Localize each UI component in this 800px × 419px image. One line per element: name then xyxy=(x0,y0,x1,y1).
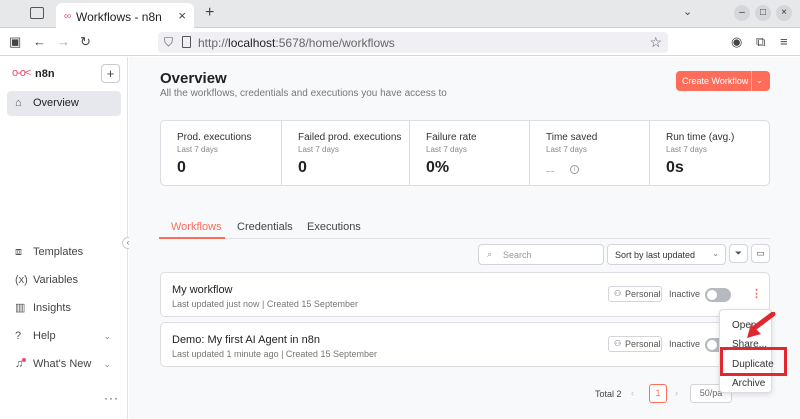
chevron-right-icon[interactable]: › xyxy=(675,388,678,398)
bell-icon: ♫ xyxy=(15,358,24,370)
create-workflow-label: Create Workflow xyxy=(682,76,749,86)
chevron-down-icon: ⌄ xyxy=(103,359,111,369)
insights-icon: ▥ xyxy=(15,302,26,314)
notification-dot xyxy=(22,358,26,362)
page-title: Overview xyxy=(160,70,227,87)
sidebar-item-whats-new[interactable]: ♫ What's New ⌄ xyxy=(7,352,121,377)
tab-credentials[interactable]: Credentials xyxy=(237,221,293,233)
minimize-icon[interactable]: – xyxy=(734,5,750,21)
sort-select[interactable]: Sort by last updated ⌄ xyxy=(607,244,726,265)
maximize-icon[interactable]: □ xyxy=(755,5,771,21)
sidebar-item-label: Help xyxy=(33,330,56,342)
info-icon[interactable]: i xyxy=(570,165,579,174)
menu-icon[interactable]: ≡ xyxy=(780,34,788,49)
sidebar-item-label: Insights xyxy=(33,302,71,314)
status-label: Inactive xyxy=(669,339,701,349)
extensions-icon[interactable]: ⧉ xyxy=(756,34,765,50)
menu-item-archive[interactable]: Archive xyxy=(732,378,765,389)
tab-list-chevron-icon[interactable]: ⌄ xyxy=(683,5,692,18)
status-label: Inactive xyxy=(669,289,701,299)
sidebar-item-label: Overview xyxy=(33,97,79,109)
main-content: Overview All the workflows, credentials … xyxy=(129,57,800,419)
bookmark-star-icon[interactable]: ☆ xyxy=(649,34,662,51)
url-text: http://localhost:5678/home/workflows xyxy=(198,36,395,50)
browser-nav-bar: ▣ ← → ↻ ⛉ http://localhost:5678/home/wor… xyxy=(0,28,800,56)
sidebar: o-o< n8n + ⌂ Overview ⧈ Templates (x) Va… xyxy=(0,57,128,419)
tab-overview-icon[interactable] xyxy=(30,7,44,19)
page-button[interactable]: 1 xyxy=(649,384,667,403)
active-tab-indicator xyxy=(159,237,225,239)
add-button[interactable]: + xyxy=(101,64,120,83)
sidebar-item-insights[interactable]: ▥ Insights xyxy=(7,296,121,321)
owner-badge: ⚇ Personal xyxy=(608,336,662,352)
stat-run-time[interactable]: Run time (avg.) Last 7 days 0s xyxy=(650,121,770,185)
brand-name: n8n xyxy=(35,68,55,80)
sidebar-item-variables[interactable]: (x) Variables xyxy=(7,268,121,293)
sidebar-toggle-icon[interactable]: ▣ xyxy=(9,34,21,50)
forward-icon[interactable]: → xyxy=(57,34,70,49)
sidebar-item-overview[interactable]: ⌂ Overview xyxy=(7,91,121,116)
sidebar-item-label: What's New xyxy=(33,358,92,370)
stat-time-saved[interactable]: Time saved Last 7 days -- i xyxy=(530,121,650,185)
n8n-logo-icon: o-o< xyxy=(12,67,31,79)
stat-failed-executions[interactable]: Failed prod. executions Last 7 days 0 xyxy=(282,121,410,185)
search-icon: ⌕ xyxy=(487,249,493,259)
user-icon: ⚇ xyxy=(614,339,622,348)
new-folder-button[interactable]: ▭ xyxy=(751,244,770,263)
workflow-card[interactable]: My workflow Last updated just now | Crea… xyxy=(160,272,770,317)
chevron-down-icon: ⌄ xyxy=(103,331,111,341)
stat-prod-executions[interactable]: Prod. executions Last 7 days 0 xyxy=(161,121,282,185)
browser-tab[interactable]: ∞ Workflows - n8n × xyxy=(56,3,194,28)
duplicate-highlight-box xyxy=(720,347,787,376)
chevron-down-icon: ⌄ xyxy=(712,249,719,258)
folder-icon: ▭ xyxy=(756,248,765,258)
more-vertical-icon[interactable]: ⋮ xyxy=(751,287,762,300)
red-arrow-annotation xyxy=(747,312,776,338)
close-tab-icon[interactable]: × xyxy=(178,8,186,23)
more-options-icon[interactable]: ··· xyxy=(104,391,119,405)
browser-tab-bar: ∞ Workflows - n8n × + ⌄ – □ × xyxy=(0,0,800,28)
shield-icon: ⛉ xyxy=(164,35,174,49)
account-icon[interactable]: ◉ xyxy=(731,34,742,50)
insights-summary: Prod. executions Last 7 days 0 Failed pr… xyxy=(160,120,770,186)
filter-icon: ⏷ xyxy=(734,248,743,258)
n8n-app: o-o< n8n + ⌂ Overview ⧈ Templates (x) Va… xyxy=(0,57,800,419)
n8n-favicon-icon: ∞ xyxy=(64,11,72,22)
back-icon[interactable]: ← xyxy=(33,34,46,49)
page-icon xyxy=(182,36,191,48)
variables-icon: (x) xyxy=(15,274,28,286)
home-icon: ⌂ xyxy=(15,97,22,109)
sidebar-item-label: Templates xyxy=(33,246,84,258)
search-input[interactable]: ⌕ Search xyxy=(478,244,604,265)
owner-badge: ⚇ Personal xyxy=(608,286,662,302)
active-toggle[interactable] xyxy=(705,288,731,302)
workflow-meta: Last updated 1 minute ago | Created 15 S… xyxy=(172,349,377,359)
close-window-icon[interactable]: × xyxy=(776,5,792,21)
sidebar-item-label: Variables xyxy=(33,274,79,286)
help-icon: ? xyxy=(15,330,22,342)
user-icon: ⚇ xyxy=(614,289,622,298)
workflow-name[interactable]: Demo: My first AI Agent in n8n xyxy=(172,334,320,346)
tab-executions[interactable]: Executions xyxy=(307,221,361,233)
create-workflow-button[interactable]: Create Workflow ⌄ xyxy=(676,71,770,91)
chevron-down-icon[interactable]: ⌄ xyxy=(756,71,763,91)
filter-button[interactable]: ⏷ xyxy=(729,244,748,263)
page-subtitle: All the workflows, credentials and execu… xyxy=(160,88,447,99)
total-count: Total 2 xyxy=(595,389,622,399)
chevron-left-icon[interactable]: ‹ xyxy=(631,388,634,398)
tab-title: Workflows - n8n xyxy=(76,10,162,24)
workflow-card[interactable]: Demo: My first AI Agent in n8n Last upda… xyxy=(160,322,770,367)
address-bar[interactable]: ⛉ http://localhost:5678/home/workflows ☆ xyxy=(158,32,668,53)
workflow-name[interactable]: My workflow xyxy=(172,284,233,296)
templates-icon: ⧈ xyxy=(15,246,22,258)
stat-failure-rate[interactable]: Failure rate Last 7 days 0% xyxy=(410,121,530,185)
workflow-meta: Last updated just now | Created 15 Septe… xyxy=(172,299,358,309)
sidebar-item-templates[interactable]: ⧈ Templates xyxy=(7,240,121,265)
sidebar-item-help[interactable]: ? Help ⌄ xyxy=(7,324,121,349)
reload-icon[interactable]: ↻ xyxy=(80,34,91,50)
new-tab-icon[interactable]: + xyxy=(205,4,214,22)
tab-workflows[interactable]: Workflows xyxy=(171,221,222,233)
